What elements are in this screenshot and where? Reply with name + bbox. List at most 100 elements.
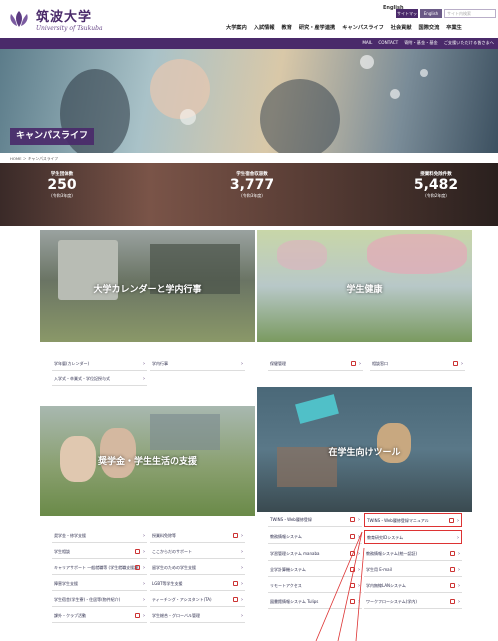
link-consultation[interactable]: 相談窓口 › — [370, 357, 465, 371]
search-input[interactable]: サイト内検索 — [444, 9, 496, 18]
nav-international[interactable]: 国際交流 — [419, 24, 440, 31]
chevron-right-icon: › — [358, 567, 360, 573]
hero-title: キャンパスライフ — [10, 128, 95, 145]
panel-title: 在学生向けツール — [328, 448, 401, 458]
panel-title: 大学カレンダーと学内行事 — [93, 285, 202, 295]
chevron-right-icon: › — [143, 597, 145, 603]
logo-japanese: 筑波大学 — [36, 10, 93, 25]
chevron-right-icon: › — [458, 599, 460, 605]
link-scholarship[interactable]: 奨学金・修学支援 › — [52, 529, 147, 543]
subnav-mail[interactable]: MAIL — [362, 40, 372, 46]
nav-society[interactable]: 社会貢献 — [391, 24, 412, 31]
tools-panel[interactable]: 在学生向けツール — [257, 387, 472, 512]
link-student-counseling[interactable]: 学生相談 › — [52, 545, 147, 559]
chevron-right-icon: › — [358, 599, 360, 605]
nav-alumni[interactable]: 卒業生 — [446, 24, 462, 31]
site-header: 筑波大学 University of Tsukuba English サイトマッ… — [0, 0, 498, 38]
chevron-right-icon: › — [461, 361, 463, 367]
link-ceremonies[interactable]: 入学式・卒業式・学位記授与式 › — [52, 372, 147, 386]
link-tuition-exemption[interactable]: 授業料免除等 › — [150, 529, 245, 543]
external-link-icon — [350, 567, 355, 572]
subnav-fund[interactable]: 寄附・基金・基金 — [404, 40, 438, 46]
link-student-general[interactable]: 学生総合・グローバル管理 › — [150, 609, 245, 623]
nav-about[interactable]: 大学案内 — [226, 24, 247, 31]
link-mind-body-support[interactable]: ここからだのサポート › — [150, 545, 245, 559]
nav-education[interactable]: 教育 — [282, 24, 292, 31]
chevron-right-icon: › — [241, 565, 243, 571]
link-dormitory[interactable]: 学生宿舎(学生寮)・住居等(物件紹介) › — [52, 593, 147, 607]
chevron-right-icon: › — [458, 567, 460, 573]
chevron-right-icon: › — [457, 535, 459, 541]
support-panel[interactable]: 奨学金・学生生活の支援 — [40, 406, 255, 516]
panel-title: 奨学金・学生生活の支援 — [97, 457, 197, 467]
sub-nav-bar: MAIL CONTACT 寄附・基金・基金 ご支援いただける皆さまへ — [0, 38, 498, 49]
chevron-right-icon: › — [241, 361, 243, 367]
link-campus-events[interactable]: 学内行事 › — [150, 357, 245, 371]
stat-dormitory: 学生宿舎収容数 3,777 (令和3年度) — [222, 171, 282, 199]
link-workflow-system[interactable]: ワークフローシステム(学内) › — [364, 595, 462, 609]
link-lgbt-support[interactable]: LGBT等学生支援 › — [150, 577, 245, 591]
link-teaching-assistant[interactable]: ティーチング・アシスタント(TA) › — [150, 593, 245, 607]
paulownia-crest-icon — [10, 11, 28, 27]
link-wireless-lan[interactable]: 学内無線LANシステム › — [364, 579, 462, 593]
university-logo[interactable]: 筑波大学 University of Tsukuba — [6, 6, 103, 32]
calendar-panel[interactable]: 大学カレンダーと学内行事 — [40, 230, 255, 342]
external-link-icon — [449, 518, 454, 523]
util-english-button[interactable]: English — [420, 9, 442, 18]
link-club-activities[interactable]: 課外・クラブ活動 › — [52, 609, 147, 623]
chevron-right-icon: › — [143, 565, 145, 571]
external-link-icon — [450, 551, 455, 556]
chevron-right-icon: › — [358, 551, 360, 557]
link-computer-system[interactable]: 全学計算機システム › — [268, 563, 362, 577]
external-link-icon — [450, 583, 455, 588]
external-link-icon — [450, 599, 455, 604]
link-disability-support[interactable]: 障害学生支援 › — [52, 577, 147, 591]
external-link-icon — [350, 583, 355, 588]
health-panel[interactable]: 学生健康 — [257, 230, 472, 342]
logo-english: University of Tsukuba — [36, 25, 103, 32]
external-link-icon — [135, 565, 140, 570]
chevron-right-icon: › — [143, 376, 145, 382]
external-link-icon — [450, 567, 455, 572]
link-manaba[interactable]: 学習管理システム manaba › — [268, 547, 362, 561]
external-link-icon — [351, 361, 356, 366]
nav-research[interactable]: 研究・産学連携 — [299, 24, 335, 31]
link-twins-manual[interactable]: TWINS・Web履修登録マニュアル › — [364, 513, 462, 527]
subnav-support[interactable]: ご支援いただける皆さまへ — [444, 40, 494, 46]
stat-value: 5,482 — [413, 177, 459, 193]
link-academic-info-system[interactable]: 教務情報システム › — [268, 530, 362, 544]
link-student-email[interactable]: 学生用 E-mail › — [364, 563, 462, 577]
link-health-management[interactable]: 保健管理 › — [268, 357, 363, 371]
nav-campus-life[interactable]: キャンパスライフ — [342, 24, 384, 31]
external-link-icon — [453, 361, 458, 366]
chevron-right-icon: › — [241, 613, 243, 619]
stat-note: (令和3年度) — [241, 193, 263, 198]
breadcrumb[interactable]: HOME ＞ キャンパスライフ — [10, 156, 58, 162]
global-nav: 大学案内 入試情報 教育 研究・産学連携 キャンパスライフ 社会貢献 国際交流 … — [226, 24, 462, 31]
link-academic-calendar[interactable]: 学年暦(カレンダー) › — [52, 357, 147, 371]
stat-value: 250 — [47, 177, 77, 193]
link-remote-access[interactable]: リモートアクセス › — [268, 579, 362, 593]
link-tulips[interactable]: 図書館情報システム Tulips › — [268, 595, 362, 609]
chevron-right-icon: › — [143, 613, 145, 619]
external-link-icon — [350, 517, 355, 522]
stat-note: (令和2年度) — [425, 193, 447, 198]
subnav-contact[interactable]: CONTACT — [378, 40, 398, 46]
chevron-right-icon: › — [241, 533, 243, 539]
link-twins[interactable]: TWINS・Web履修登録 › — [268, 513, 362, 527]
chevron-right-icon: › — [458, 551, 460, 557]
external-link-icon — [135, 549, 140, 554]
chevron-right-icon: › — [457, 518, 459, 524]
link-international-student-support[interactable]: 留学生のための学生支援 › — [150, 561, 245, 575]
link-career-support[interactable]: キャリアサポート 一般就職等 (学生就職支援課) › — [52, 561, 147, 575]
external-link-icon — [135, 613, 140, 618]
external-link-icon — [233, 533, 238, 538]
external-link-icon — [233, 597, 238, 602]
stat-value: 3,777 — [229, 177, 275, 193]
link-research-id-system[interactable]: 教育研究IDシステム › — [364, 530, 462, 544]
chevron-right-icon: › — [458, 583, 460, 589]
nav-admissions[interactable]: 入試情報 — [254, 24, 275, 31]
util-sitemap-button[interactable]: サイトマップ — [396, 9, 418, 25]
link-academic-unified-auth[interactable]: 教務情報システム(統一認証) › — [364, 547, 462, 561]
chevron-right-icon: › — [358, 517, 360, 523]
